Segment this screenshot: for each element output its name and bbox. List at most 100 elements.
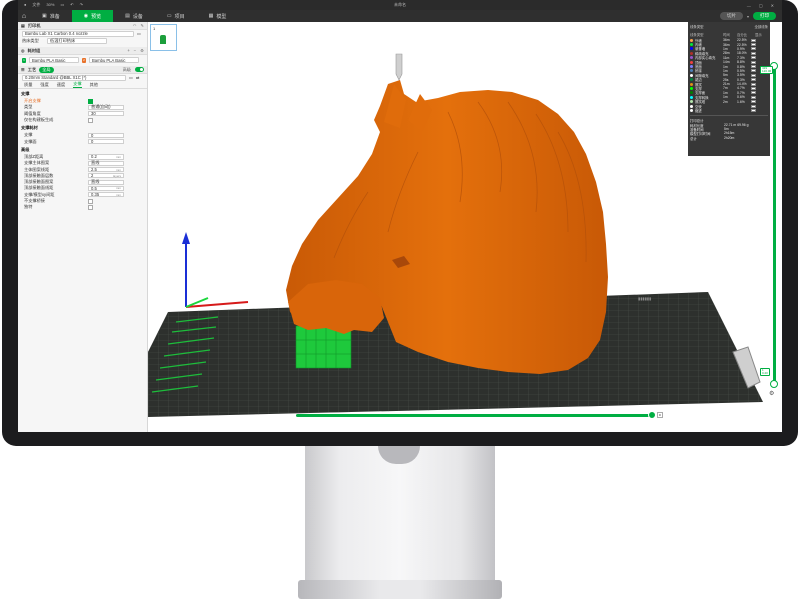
setting-checkbox[interactable] <box>88 98 93 104</box>
legend-visibility-checkbox[interactable] <box>751 47 756 51</box>
3d-viewport[interactable]: 1 ▮▮▮▮▮▮ 线条类型 全部线条 线条类型 时间 百分比 显示 外墙 36m… <box>148 22 782 432</box>
undo-icon[interactable]: ↶ <box>70 2 73 8</box>
printer-section-header[interactable]: ▤ 打印机 ◠ ✎ <box>18 22 147 30</box>
minimize-icon[interactable]: — <box>747 3 751 8</box>
legend-swatch <box>690 60 693 64</box>
legend-visibility-checkbox[interactable] <box>751 78 756 82</box>
add-filament-icon[interactable]: + <box>127 48 129 53</box>
legend-visibility-checkbox[interactable] <box>751 91 756 95</box>
legend-time: 1m <box>723 64 728 69</box>
setting-select[interactable]: 普通(自动) <box>88 104 124 111</box>
layer-settings-icon[interactable]: ⚙ <box>769 390 774 397</box>
print-button[interactable]: 打印 <box>753 12 776 20</box>
setting-input[interactable]: 30 <box>88 111 124 117</box>
file-menu[interactable]: 文件 <box>32 2 40 8</box>
legend-visibility-checkbox[interactable] <box>751 108 756 112</box>
printer-select[interactable]: Bambu Lab X1 Carbon 0.4 nozzle <box>22 30 134 37</box>
setting-input[interactable]: 0.35 mm <box>88 192 124 198</box>
legend-percent: 22.5% <box>737 38 747 43</box>
plate-type-select[interactable]: 低温打印热床 <box>47 37 107 44</box>
setting-label: 主体图案线距 <box>24 166 50 172</box>
setting-select[interactable]: 直线 <box>88 179 124 185</box>
zoom-readout: 30% <box>46 2 55 7</box>
setting-select[interactable]: 0 <box>88 139 124 145</box>
layer-bottom-label: 1 0.20 <box>760 368 770 376</box>
legend-visibility-checkbox[interactable] <box>751 95 756 99</box>
subtab-quality[interactable]: 质量 <box>24 82 32 88</box>
legend-visibility-checkbox[interactable] <box>751 100 756 104</box>
tab-device[interactable]: ▤ 设备 <box>113 10 155 22</box>
remove-filament-icon[interactable]: − <box>134 48 136 53</box>
filament-settings-icon[interactable]: ⚙ <box>140 48 144 53</box>
slice-dropdown-icon[interactable]: ▾ <box>747 14 749 19</box>
setting-checkbox[interactable] <box>88 204 93 210</box>
edit-icon[interactable]: ✎ <box>140 23 144 28</box>
legend-percent: 0.5% <box>737 68 745 73</box>
wifi-icon[interactable]: ◠ <box>133 23 137 28</box>
title-bar: ● 文件 30% ▭ ↶ ↷ 未命名 — ▢ ✕ <box>18 0 782 10</box>
legend-visibility-checkbox[interactable] <box>751 65 756 69</box>
legend-visibility-checkbox[interactable] <box>751 86 756 90</box>
legend-row[interactable]: 缩进 <box>690 108 768 113</box>
setting-label: 类型 <box>24 104 33 110</box>
window-title: 未命名 <box>394 2 406 7</box>
legend-visibility-checkbox[interactable] <box>751 82 756 86</box>
legend-percent: 22.5% <box>737 42 747 47</box>
filament-chip-2[interactable]: 2 <box>82 57 86 63</box>
close-icon[interactable]: ✕ <box>771 3 774 8</box>
tab-prepare[interactable]: ▣ 准备 <box>30 10 72 22</box>
legend-visibility-checkbox[interactable] <box>751 51 756 55</box>
save-profile-icon[interactable]: ▭ <box>129 75 133 80</box>
legend-time: 36m <box>723 38 730 43</box>
setting-input[interactable]: 0.5 mm <box>88 185 124 191</box>
compare-icon[interactable]: ⇄ <box>136 75 140 80</box>
subtab-others[interactable]: 其他 <box>90 82 98 88</box>
global-badge[interactable]: 全局 <box>39 66 54 73</box>
filament-select-2[interactable]: Bambu PLA Basic <box>89 57 139 63</box>
home-icon[interactable]: ⌂ <box>18 10 30 22</box>
setting-select[interactable]: 0 <box>88 132 124 138</box>
tab-preview[interactable]: ◉ 预览 <box>71 10 114 22</box>
subtab-speed[interactable]: 速度 <box>57 82 65 88</box>
printer-settings-icon[interactable]: ▭ <box>137 31 141 36</box>
filament-chip-1[interactable]: 1 <box>22 57 26 63</box>
subtab-support[interactable]: 支撑 <box>73 81 82 88</box>
filament-select-1[interactable]: Bambu PLA Basic <box>29 57 79 63</box>
setting-select[interactable]: 直线 <box>88 160 124 166</box>
legend-visibility-checkbox[interactable] <box>751 73 756 77</box>
legend-view-type[interactable]: 线条类型 <box>690 24 704 29</box>
filament-section-header[interactable]: ◎ 耗材组 + − ⚙ <box>18 47 147 55</box>
tab-project[interactable]: ▭ 项目 <box>155 10 197 22</box>
legend-swatch <box>690 82 693 86</box>
layer-slider-track[interactable] <box>773 67 776 385</box>
legend-time: 21m <box>723 82 730 87</box>
layer-slider-bottom-handle[interactable] <box>770 380 778 388</box>
legend-visibility-checkbox[interactable] <box>751 104 756 108</box>
settings-group-title: 支撑 <box>21 91 30 96</box>
legend-visibility-checkbox[interactable] <box>751 60 756 64</box>
legend-swatch <box>690 95 693 99</box>
legend-visibility-checkbox[interactable] <box>751 69 756 73</box>
advanced-toggle[interactable] <box>135 66 144 72</box>
setting-input[interactable]: 0.2 mm <box>88 154 124 160</box>
redo-icon[interactable]: ↷ <box>80 2 83 8</box>
setting-checkbox[interactable] <box>88 198 93 204</box>
legend-visibility-checkbox[interactable] <box>751 38 756 42</box>
legend-visibility-checkbox[interactable] <box>751 56 756 60</box>
setting-checkbox[interactable] <box>88 117 93 123</box>
subtab-strength[interactable]: 强度 <box>40 82 48 88</box>
legend-name: 缩进 <box>695 108 702 113</box>
legend-visibility-checkbox[interactable] <box>751 43 756 47</box>
process-profile-select[interactable]: 0.20mm Standard @BBL X1C (*) <box>22 74 126 81</box>
setting-input[interactable]: 2 layers <box>88 173 124 179</box>
slice-button[interactable]: 切片 <box>719 12 743 20</box>
save-icon[interactable]: ▭ <box>60 2 64 8</box>
maximize-icon[interactable]: ▢ <box>759 3 763 8</box>
tab-model[interactable]: ▦ 模型 <box>197 10 239 22</box>
legend-percent: 18.0% <box>737 51 747 56</box>
move-slider-track[interactable] <box>296 414 652 417</box>
move-slider-handle[interactable] <box>648 411 656 419</box>
legend-mode[interactable]: 全部线条 <box>754 24 768 29</box>
setting-input[interactable]: 2.5 mm <box>88 166 124 173</box>
app-logo-icon[interactable]: ● <box>24 2 26 8</box>
